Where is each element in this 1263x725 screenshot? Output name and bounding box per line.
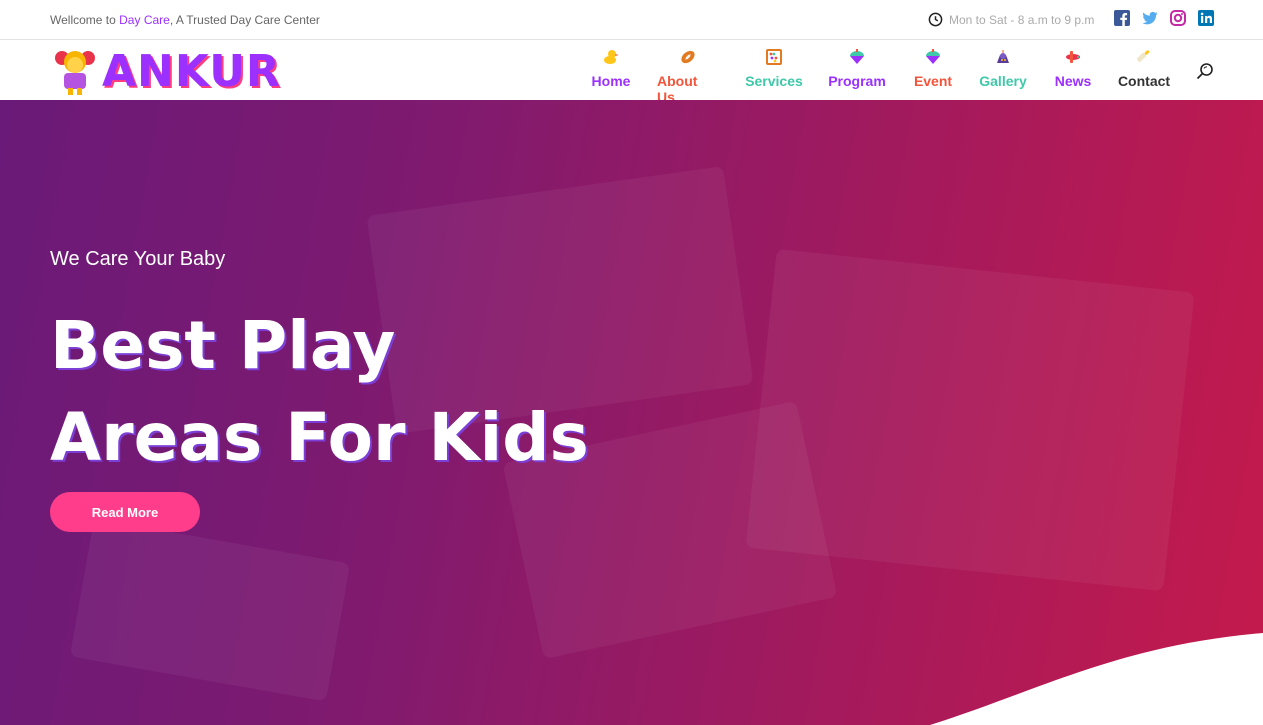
nav-label-home: Home: [591, 73, 631, 89]
opening-hours: Mon to Sat - 8 a.m to 9 p.m: [928, 12, 1094, 27]
top-bar: Wellcome to Day Care, A Trusted Day Care…: [0, 0, 1263, 40]
twitter-icon[interactable]: [1142, 10, 1158, 26]
nav-item-home[interactable]: Home: [590, 48, 632, 89]
welcome-highlight: Day Care: [119, 13, 170, 27]
nav-label-program: Program: [828, 73, 886, 89]
welcome-prefix: Wellcome to: [50, 13, 120, 27]
toy-plane-icon: [1066, 51, 1080, 63]
duck-icon: [604, 50, 619, 64]
instagram-icon[interactable]: [1170, 10, 1186, 26]
nav-item-contact[interactable]: Contact: [1118, 48, 1170, 89]
nav-label-contact: Contact: [1117, 73, 1171, 89]
nav-label-event: Event: [913, 73, 953, 89]
baby-bottle-icon: [1137, 50, 1150, 62]
nav-item-gallery[interactable]: Gallery: [977, 48, 1029, 89]
bottom-wave-shape: [930, 633, 1263, 725]
nav-item-event[interactable]: Event: [912, 48, 954, 89]
search-icon[interactable]: [1196, 62, 1214, 80]
robot-toy-icon: [997, 50, 1009, 63]
girl-mascot-icon: [55, 51, 95, 95]
site-logo[interactable]: ANKUR: [54, 44, 284, 98]
nav-label-news: News: [1054, 73, 1092, 89]
nav-label-services: Services: [745, 73, 803, 89]
abacus-icon: [766, 49, 782, 65]
hours-text: Mon to Sat - 8 a.m to 9 p.m: [949, 12, 1095, 27]
nav-item-program[interactable]: Program: [828, 48, 886, 89]
hero-banner: We Care Your Baby Best Play Areas For Ki…: [0, 100, 1263, 725]
nav-item-news[interactable]: News: [1053, 48, 1093, 89]
spinning-top-icon: [850, 49, 864, 64]
nav-label-gallery: Gallery: [979, 73, 1027, 89]
main-header: ANKUR Home About Us Services Program Eve…: [0, 40, 1263, 105]
welcome-suffix: , A Trusted Day Care Center: [169, 13, 320, 27]
nav-item-about-us[interactable]: About Us: [657, 48, 719, 105]
linkedin-icon[interactable]: [1198, 10, 1214, 26]
clock-icon: [928, 12, 943, 27]
welcome-text: Wellcome to Day Care, A Trusted Day Care…: [50, 13, 320, 27]
brand-name: ANKUR: [102, 46, 281, 97]
spinning-top-icon: [926, 49, 940, 64]
facebook-icon[interactable]: [1114, 10, 1130, 26]
nav-item-services[interactable]: Services: [743, 48, 805, 89]
football-icon: [681, 50, 695, 64]
